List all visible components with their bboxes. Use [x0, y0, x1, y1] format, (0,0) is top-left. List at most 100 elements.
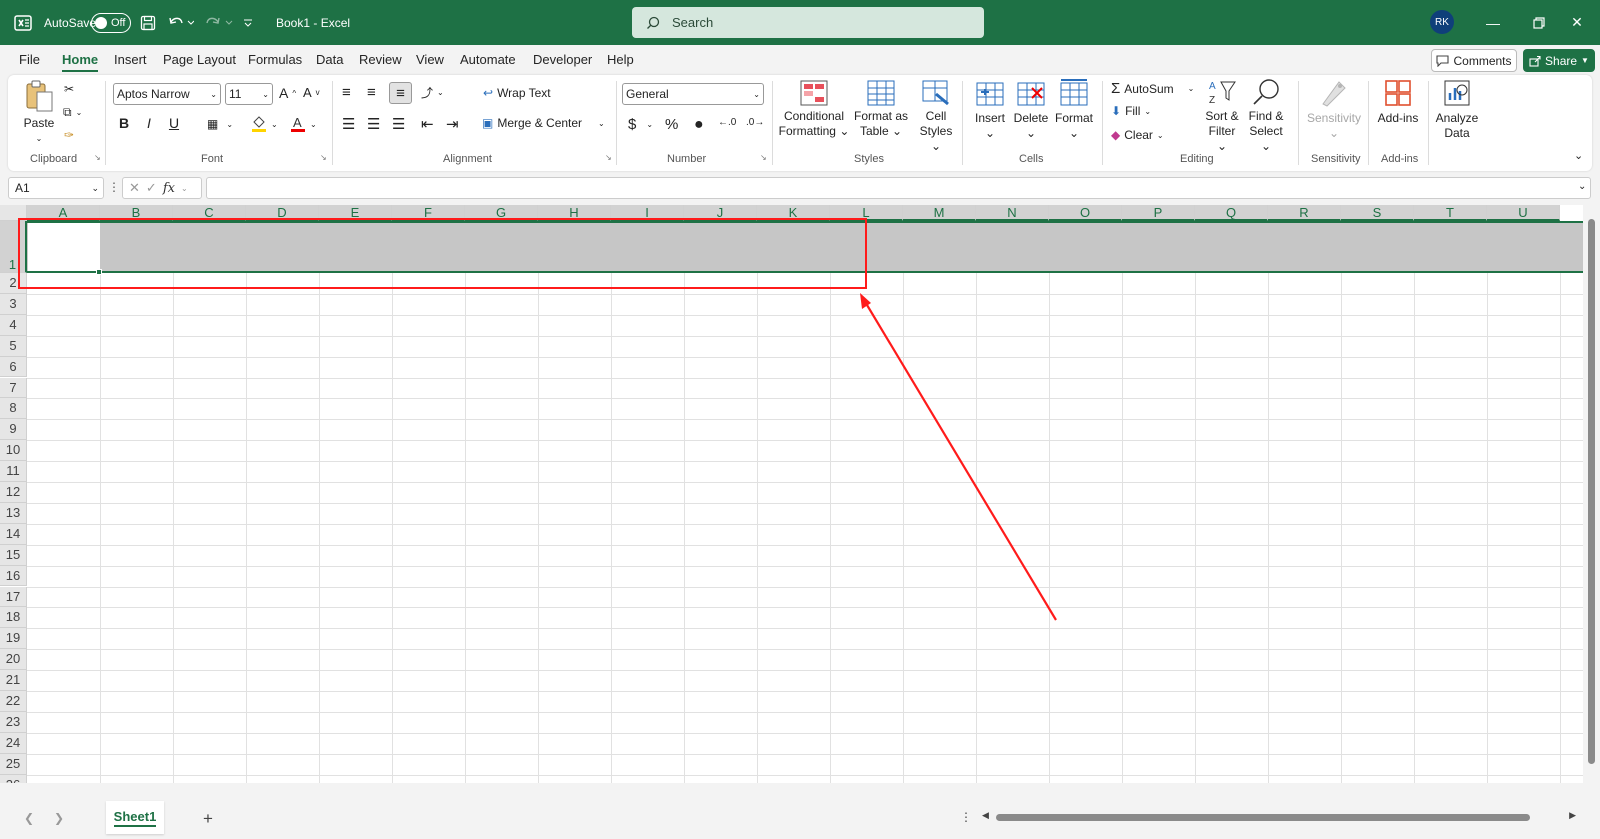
- comma-style-icon[interactable]: ●: [694, 116, 704, 134]
- collapse-ribbon-icon[interactable]: ⌄: [1574, 149, 1583, 162]
- row-header[interactable]: 25: [0, 753, 27, 775]
- save-icon[interactable]: [140, 0, 156, 45]
- column-header[interactable]: S: [1341, 205, 1414, 221]
- sort-filter-button[interactable]: AZ Sort & Filter ⌄: [1202, 78, 1242, 154]
- row-header[interactable]: 23: [0, 711, 27, 733]
- currency-button[interactable]: $ ⌄: [628, 116, 653, 133]
- column-header[interactable]: N: [976, 205, 1049, 221]
- row-header[interactable]: 16: [0, 565, 27, 587]
- align-bottom-icon[interactable]: ≡: [389, 82, 412, 104]
- tab-review[interactable]: Review: [359, 52, 402, 67]
- row-header[interactable]: 15: [0, 544, 27, 566]
- row-header[interactable]: 8: [0, 398, 27, 420]
- scroll-left-icon[interactable]: ◀: [982, 810, 989, 821]
- row-header[interactable]: 14: [0, 523, 27, 545]
- row-header[interactable]: 13: [0, 502, 27, 524]
- more-options-icon[interactable]: ⋮: [960, 810, 972, 824]
- dialog-launcher-icon[interactable]: ↘: [760, 153, 767, 162]
- increase-font-icon[interactable]: A ^: [279, 85, 296, 101]
- spreadsheet-grid[interactable]: A B C D E F G H I J K L M N O P Q R S T U 1 2 3 4 5 6 7 8 9 10 11 12 13 14…: [0, 205, 1600, 783]
- wrap-text-button[interactable]: ↩ Wrap Text: [483, 86, 551, 100]
- next-sheet-icon[interactable]: ❯: [54, 811, 64, 825]
- scroll-thumb[interactable]: [996, 814, 1530, 821]
- dialog-launcher-icon[interactable]: ↘: [320, 153, 327, 162]
- font-size-dropdown[interactable]: 11 ⌄: [225, 83, 273, 105]
- cancel-icon[interactable]: ✕: [129, 180, 140, 196]
- horizontal-scrollbar[interactable]: ◀ ▶: [982, 810, 1576, 824]
- tab-page-layout[interactable]: Page Layout: [163, 52, 236, 67]
- delete-cells-button[interactable]: Delete ⌄: [1010, 80, 1052, 141]
- more-options-icon[interactable]: ⋮: [108, 180, 120, 194]
- row-header[interactable]: 18: [0, 607, 27, 629]
- sensitivity-button[interactable]: Sensitivity ⌄: [1304, 78, 1364, 141]
- column-header[interactable]: U: [1487, 205, 1560, 221]
- row-header[interactable]: 4: [0, 314, 27, 336]
- row-header[interactable]: 7: [0, 377, 27, 399]
- column-header[interactable]: T: [1414, 205, 1487, 221]
- enter-icon[interactable]: ✓: [146, 180, 157, 196]
- font-name-dropdown[interactable]: Aptos Narrow ⌄: [113, 83, 221, 105]
- paste-button[interactable]: Paste ⌄: [22, 79, 56, 146]
- align-right-icon[interactable]: ☰: [392, 115, 405, 133]
- tab-data[interactable]: Data: [316, 52, 343, 67]
- copy-icon[interactable]: ⧉ ⌄: [63, 105, 82, 120]
- insert-function-button[interactable]: fx: [163, 181, 175, 196]
- decrease-font-icon[interactable]: Av: [303, 85, 320, 100]
- format-painter-icon[interactable]: ✑: [64, 128, 74, 142]
- row-header[interactable]: 3: [0, 293, 27, 315]
- bold-button[interactable]: B: [114, 115, 134, 131]
- row-header[interactable]: 17: [0, 586, 27, 608]
- formula-input[interactable]: [206, 177, 1591, 199]
- tab-automate[interactable]: Automate: [460, 52, 516, 67]
- align-middle-icon[interactable]: ≡: [367, 84, 376, 101]
- add-sheet-icon[interactable]: +: [203, 809, 213, 829]
- align-left-icon[interactable]: ☰: [342, 115, 355, 133]
- scroll-right-icon[interactable]: ▶: [1569, 810, 1576, 821]
- increase-indent-icon[interactable]: ⇥: [446, 115, 459, 133]
- increase-decimal-icon[interactable]: ←.0: [718, 117, 736, 128]
- insert-cells-button[interactable]: Insert ⌄: [970, 80, 1010, 141]
- expand-formula-bar-icon[interactable]: ⌄: [1578, 181, 1586, 192]
- comments-button[interactable]: Comments: [1431, 49, 1517, 72]
- align-center-icon[interactable]: ☰: [367, 115, 380, 133]
- scroll-thumb[interactable]: [1588, 219, 1595, 764]
- analyze-data-button[interactable]: Analyze Data: [1433, 78, 1481, 141]
- align-top-icon[interactable]: ≡: [342, 84, 351, 101]
- dialog-launcher-icon[interactable]: ↘: [605, 153, 612, 162]
- vertical-scrollbar[interactable]: [1583, 205, 1600, 783]
- dialog-launcher-icon[interactable]: ↘: [94, 153, 101, 162]
- column-header[interactable]: Q: [1195, 205, 1268, 221]
- minimize-icon[interactable]: —: [1470, 0, 1516, 45]
- row-header[interactable]: 11: [0, 461, 27, 482]
- tab-home[interactable]: Home: [62, 52, 99, 72]
- row-header[interactable]: 20: [0, 649, 27, 671]
- tab-formulas[interactable]: Formulas: [248, 52, 302, 67]
- format-cells-button[interactable]: Format ⌄: [1052, 78, 1096, 141]
- tab-developer[interactable]: Developer: [533, 52, 592, 67]
- row-header[interactable]: 22: [0, 691, 27, 712]
- name-box[interactable]: A1 ⌄: [8, 177, 104, 199]
- row-header[interactable]: 9: [0, 419, 27, 441]
- format-as-table-button[interactable]: Format as Table ⌄: [851, 80, 911, 139]
- column-header[interactable]: M: [903, 205, 976, 221]
- row-header[interactable]: 10: [0, 440, 27, 462]
- autosum-button[interactable]: Σ AutoSum ⌄: [1111, 80, 1194, 97]
- number-format-dropdown[interactable]: General ⌄: [622, 83, 764, 105]
- underline-button[interactable]: U: [164, 115, 184, 131]
- sheet-tab[interactable]: Sheet1: [106, 801, 164, 834]
- find-select-button[interactable]: Find & Select ⌄: [1244, 78, 1288, 154]
- cut-icon[interactable]: ✂: [64, 82, 74, 96]
- tab-insert[interactable]: Insert: [114, 52, 147, 67]
- share-button[interactable]: Share ▼: [1523, 49, 1595, 72]
- tab-file[interactable]: File: [19, 52, 40, 67]
- fill-color-icon[interactable]: ⌄: [251, 115, 278, 133]
- previous-sheet-icon[interactable]: ❮: [24, 811, 34, 825]
- tab-help[interactable]: Help: [607, 52, 634, 67]
- column-header[interactable]: P: [1122, 205, 1195, 221]
- decrease-decimal-icon[interactable]: .0→: [746, 117, 764, 128]
- avatar[interactable]: RK: [1430, 10, 1454, 34]
- add-ins-button[interactable]: Add-ins: [1372, 78, 1424, 126]
- row-header[interactable]: 12: [0, 482, 27, 503]
- column-header[interactable]: R: [1268, 205, 1341, 221]
- column-header[interactable]: O: [1049, 205, 1122, 221]
